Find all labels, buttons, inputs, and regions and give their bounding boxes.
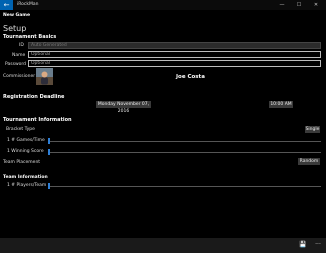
password-input[interactable]: Optional: [28, 60, 321, 67]
games-per-time-slider-thumb[interactable]: [48, 138, 50, 144]
players-per-team-slider-thumb[interactable]: [48, 183, 50, 189]
games-per-time-slider[interactable]: [48, 141, 321, 142]
date-value: Monday November 07, 2016: [97, 102, 150, 114]
save-button[interactable]: 💾: [299, 241, 307, 249]
commissioner-avatar[interactable]: [36, 68, 53, 85]
minimize-icon: —: [279, 2, 285, 8]
date-picker[interactable]: Monday November 07, 2016: [96, 101, 151, 114]
tournament-basics-heading: Tournament Basics: [3, 34, 57, 40]
games-per-time-label: 1 # Games/Time: [7, 138, 45, 143]
back-button[interactable]: ←: [0, 0, 13, 10]
registration-deadline-heading: Registration Deadline: [3, 94, 65, 100]
team-placement-value: Random: [299, 159, 319, 164]
page-title: Setup: [3, 24, 27, 33]
page-header: New Game: [3, 13, 31, 18]
minimize-button[interactable]: —: [278, 1, 286, 9]
app-bar: 💾 ···: [0, 238, 326, 253]
title-bar: ← iRockMan — ☐ ✕: [0, 0, 326, 10]
id-label: ID: [19, 43, 24, 48]
commissioner-label: Commissioner: [3, 74, 36, 79]
bracket-type-value: Single: [305, 127, 320, 132]
time-value: 10:00 AM: [270, 102, 292, 107]
password-placeholder: Optional: [31, 61, 51, 66]
more-icon: ···: [315, 241, 321, 248]
maximize-icon: ☐: [296, 2, 302, 8]
bracket-type-label: Bracket Type: [6, 127, 35, 132]
bracket-type-select[interactable]: Single: [305, 126, 320, 133]
team-information-heading: Team Information: [3, 175, 48, 180]
team-placement-select[interactable]: Random: [298, 158, 320, 165]
tournament-information-heading: Tournament Information: [3, 117, 72, 123]
time-picker[interactable]: 10:00 AM: [269, 101, 293, 108]
back-arrow-icon: ←: [3, 0, 10, 9]
name-placeholder: Optional: [31, 52, 51, 57]
more-button[interactable]: ···: [314, 241, 322, 249]
players-per-team-slider[interactable]: [48, 186, 321, 187]
id-value: Auto Generated: [31, 43, 67, 48]
close-button[interactable]: ✕: [312, 1, 320, 9]
winning-score-label: 1 Winning Score: [7, 149, 44, 154]
team-placement-label: Team Placement: [3, 160, 41, 165]
id-field: Auto Generated: [28, 42, 321, 49]
name-label: Name: [12, 53, 26, 58]
winning-score-slider-thumb[interactable]: [48, 149, 50, 155]
maximize-button[interactable]: ☐: [295, 1, 303, 9]
players-per-team-label: 1 # Players/Team: [7, 183, 47, 188]
name-input[interactable]: Optional: [28, 51, 321, 58]
commissioner-name: Joe Costa: [176, 74, 205, 80]
winning-score-slider[interactable]: [48, 152, 321, 153]
avatar-photo: [36, 68, 53, 85]
window-title: iRockMan: [17, 2, 39, 7]
password-label: Password: [5, 62, 27, 67]
close-icon: ✕: [313, 2, 319, 8]
save-icon: 💾: [299, 241, 307, 248]
